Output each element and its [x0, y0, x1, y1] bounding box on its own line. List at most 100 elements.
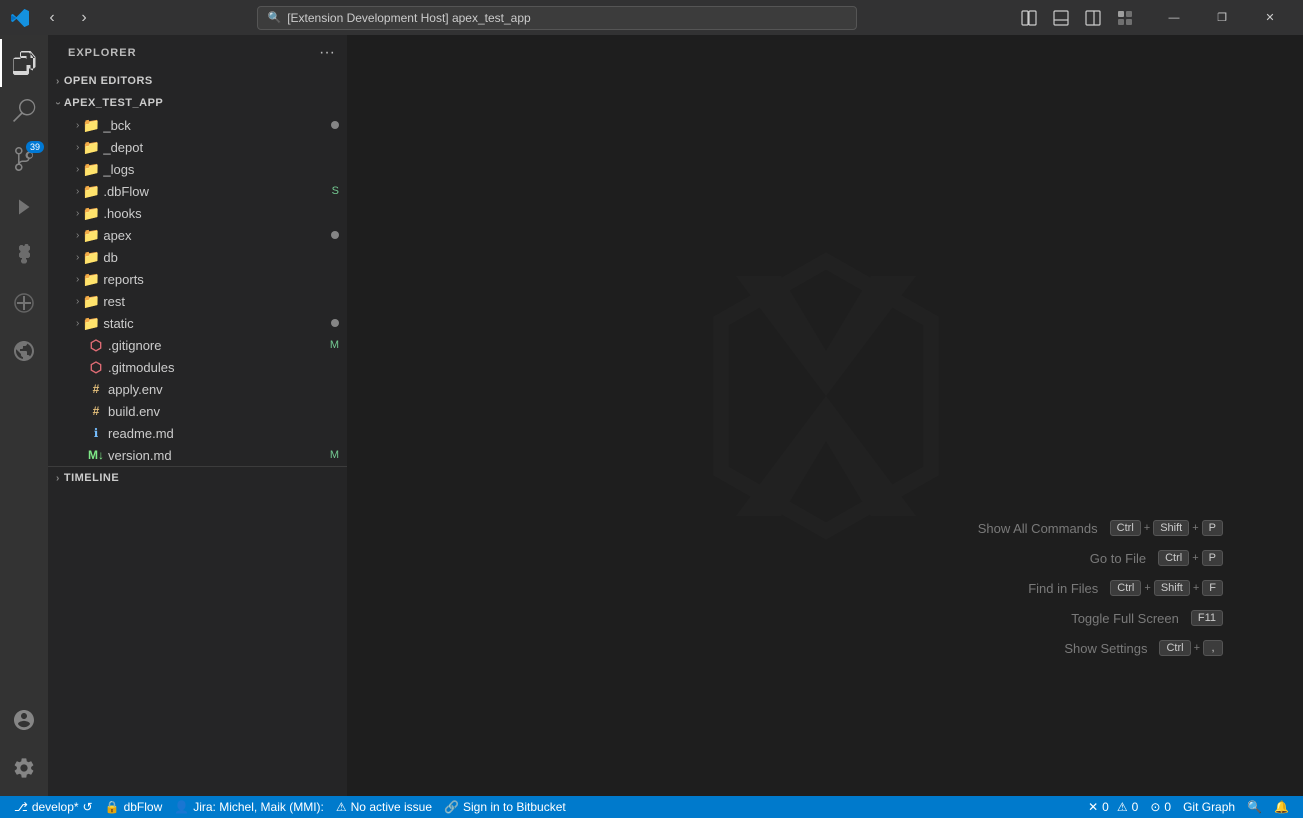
tree-item-dbflow[interactable]: › 📁 .dbFlow S — [48, 180, 347, 202]
key-ctrl-5: Ctrl — [1159, 640, 1190, 656]
folder-chevron-hooks: › — [76, 208, 79, 219]
activity-item-test[interactable] — [0, 279, 48, 327]
key-ctrl-2: Ctrl — [1158, 550, 1189, 566]
tree-item-hooks[interactable]: › 📁 .hooks — [48, 202, 347, 224]
tree-item-apex[interactable]: › 📁 apex — [48, 224, 347, 246]
customize-layout-button[interactable] — [1111, 6, 1139, 30]
sidebar-more-button[interactable]: ··· — [319, 44, 335, 62]
activity-item-accounts[interactable] — [0, 696, 48, 744]
status-branch[interactable]: ⎇ develop* ↺ — [8, 796, 99, 818]
shortcut-keys-2: Ctrl + P — [1158, 550, 1223, 566]
back-button[interactable]: ‹ — [38, 6, 66, 30]
jira-label: Jira: Michel, Maik (MMI): — [193, 800, 324, 814]
vscode-watermark — [676, 246, 976, 546]
toggle-sidebar-button[interactable] — [1015, 6, 1043, 30]
key-shift-1: Shift — [1153, 520, 1189, 536]
status-ports[interactable]: ⊙ 0 — [1144, 796, 1177, 818]
folder-icon-db: 📁 — [83, 249, 99, 265]
activity-item-remote-explorer[interactable] — [0, 327, 48, 375]
db-label: dbFlow — [124, 800, 163, 814]
titlebar-right: — ❐ ✕ — [1015, 0, 1293, 35]
sidebar: Explorer ··· › Open Editors › APEX_TEST_… — [48, 35, 348, 796]
status-zoom[interactable]: 🔍 — [1241, 796, 1268, 818]
item-label-build-env: build.env — [108, 404, 347, 419]
tree-item-gitignore[interactable]: ⬡ .gitignore M — [48, 334, 347, 356]
status-git-graph[interactable]: Git Graph — [1177, 796, 1241, 818]
jira-icon: 👤 — [174, 800, 189, 814]
shortcut-goto-file: Go to File Ctrl + P — [978, 550, 1223, 566]
minimize-button[interactable]: — — [1151, 0, 1197, 35]
item-label-depot: _depot — [103, 140, 347, 155]
timeline-chevron: › — [56, 473, 60, 484]
key-ctrl-1: Ctrl — [1110, 520, 1141, 536]
shortcut-show-all-commands: Show All Commands Ctrl + Shift + P — [978, 520, 1223, 536]
item-label-reports: reports — [103, 272, 347, 287]
activity-item-explorer[interactable] — [0, 39, 48, 87]
status-db[interactable]: 🔒 dbFlow — [99, 796, 169, 818]
zoom-icon: 🔍 — [1247, 800, 1262, 814]
item-badge-gitignore: M — [330, 339, 339, 351]
sidebar-header: Explorer ··· — [48, 35, 347, 70]
tree-item-reports[interactable]: › 📁 reports — [48, 268, 347, 290]
tree-item-build-env[interactable]: # build.env — [48, 400, 347, 422]
status-jira[interactable]: 👤 Jira: Michel, Maik (MMI): — [168, 796, 330, 818]
status-errors[interactable]: ✕ 0 ⚠ 0 — [1082, 796, 1144, 818]
tree-item-readme[interactable]: ℹ readme.md — [48, 422, 347, 444]
activity-item-extensions[interactable] — [0, 231, 48, 279]
tree-item-depot[interactable]: › 📁 _depot — [48, 136, 347, 158]
toggle-panel-button[interactable] — [1047, 6, 1075, 30]
activity-bar: 39 — [0, 35, 48, 796]
tree-item-rest[interactable]: › 📁 rest — [48, 290, 347, 312]
window-controls: — ❐ ✕ — [1151, 0, 1293, 35]
forward-button[interactable]: › — [70, 6, 98, 30]
activity-item-run[interactable] — [0, 183, 48, 231]
folder-chevron-depot: › — [76, 142, 79, 153]
main-area: 39 Explorer ··· — [0, 35, 1303, 796]
folder-chevron-bck: › — [76, 120, 79, 131]
status-sign-in[interactable]: 🔗 Sign in to Bitbucket — [438, 796, 572, 818]
activity-item-search[interactable] — [0, 87, 48, 135]
status-bell[interactable]: 🔔 — [1268, 796, 1295, 818]
timeline-header[interactable]: › TIMELINE — [48, 467, 347, 489]
key-shift-3: Shift — [1154, 580, 1190, 596]
key-comma: , — [1203, 640, 1223, 656]
item-label-dbflow: .dbFlow — [103, 184, 327, 199]
title-search-bar[interactable]: 🔍 [Extension Development Host] apex_test… — [257, 6, 857, 30]
shortcut-keys-1: Ctrl + Shift + P — [1110, 520, 1223, 536]
toggle-secondary-sidebar-button[interactable] — [1079, 6, 1107, 30]
item-label-rest: rest — [103, 294, 347, 309]
shortcut-label-1: Show All Commands — [978, 521, 1098, 536]
open-editors-section[interactable]: › Open Editors — [48, 70, 347, 92]
titlebar: ‹ › 🔍 [Extension Development Host] apex_… — [0, 0, 1303, 35]
search-icon: 🔍 — [268, 11, 282, 24]
folder-chevron-reports: › — [76, 274, 79, 285]
warning-icon: ⚠ — [1117, 800, 1128, 814]
file-icon-apply-env: # — [88, 381, 104, 397]
item-label-bck: _bck — [103, 118, 327, 133]
nav-buttons: ‹ › — [38, 6, 98, 30]
folder-icon-logs: 📁 — [83, 161, 99, 177]
close-button[interactable]: ✕ — [1247, 0, 1293, 35]
tree-item-gitmodules[interactable]: ⬡ .gitmodules — [48, 356, 347, 378]
tree-item-bck[interactable]: › 📁 _bck — [48, 114, 347, 136]
shortcuts-list: Show All Commands Ctrl + Shift + P Go to… — [978, 520, 1223, 656]
tree-item-db[interactable]: › 📁 db — [48, 246, 347, 268]
item-dot-apex — [331, 231, 339, 239]
item-label-logs: _logs — [103, 162, 347, 177]
file-icon-readme: ℹ — [88, 425, 104, 441]
open-editors-chevron: › — [56, 76, 60, 87]
activity-item-source-control[interactable]: 39 — [0, 135, 48, 183]
tree-item-static[interactable]: › 📁 static — [48, 312, 347, 334]
tree-item-logs[interactable]: › 📁 _logs — [48, 158, 347, 180]
status-issues[interactable]: ⚠ No active issue — [330, 796, 438, 818]
folder-icon-hooks: 📁 — [83, 205, 99, 221]
activity-bottom — [0, 696, 48, 792]
tree-item-version[interactable]: M↓ version.md M — [48, 444, 347, 466]
project-label: APEX_TEST_APP — [64, 97, 163, 109]
folder-icon-reports: 📁 — [83, 271, 99, 287]
project-section[interactable]: › APEX_TEST_APP — [48, 92, 347, 114]
tree-item-apply-env[interactable]: # apply.env — [48, 378, 347, 400]
activity-item-settings[interactable] — [0, 744, 48, 792]
error-count: 0 — [1102, 800, 1109, 814]
restore-button[interactable]: ❐ — [1199, 0, 1245, 35]
